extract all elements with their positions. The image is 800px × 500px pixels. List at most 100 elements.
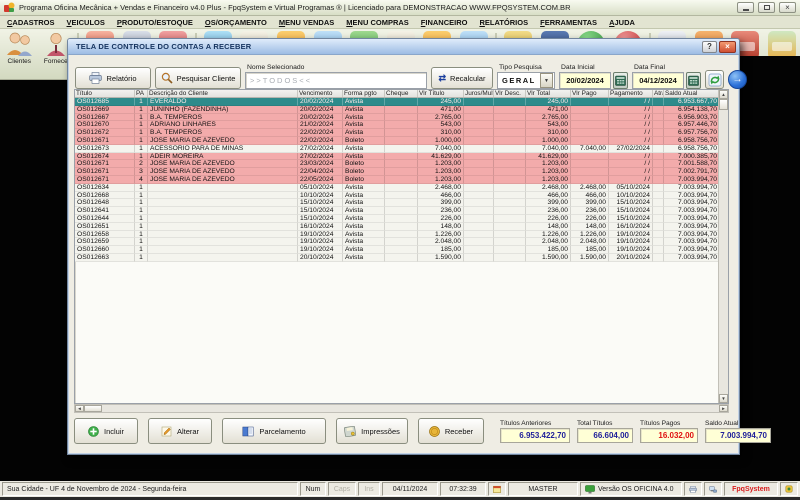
table-row[interactable]: OS012671 4 JOSE MARIA DE AZEVEDO 22/05/2024…	[75, 175, 718, 184]
window-titlebar[interactable]: TELA DE CONTROLE DO CONTAS A RECEBER ? ×	[68, 39, 739, 55]
close-button[interactable]: ×	[779, 2, 796, 13]
search-type-dropdown[interactable]: GERAL ▼	[497, 72, 555, 89]
menu-item-menu-vendas[interactable]: MENU VENDAS	[279, 18, 334, 27]
table-cell	[385, 207, 418, 215]
table-row[interactable]: OS012674 1 ADEIR MOREIRA 27/02/2024 Avista 41…	[75, 152, 718, 161]
table-cell: 7.003.994,70	[664, 176, 718, 184]
include-button[interactable]: Incluir	[74, 418, 138, 444]
table-cell: EVERALDO	[148, 98, 298, 106]
column-header: Vlr Título	[418, 90, 464, 97]
menu-item-relat-rios[interactable]: RELATÓRIOS	[479, 18, 528, 27]
table-cell	[464, 98, 494, 106]
table-cell: 2	[135, 160, 148, 169]
table-cell: 1.203,00	[418, 168, 464, 176]
installment-button[interactable]: Parcelamento	[222, 418, 326, 444]
horizontal-scrollbar[interactable]: ◄ ►	[74, 404, 729, 413]
table-row[interactable]: OS012651 1 16/10/2024 Avista 148,00 148,00 148…	[75, 222, 718, 231]
table-row[interactable]: OS012663 1 20/10/2024 Avista 1.590,00 1.590,0…	[75, 253, 718, 262]
table-cell: Avista	[343, 199, 385, 208]
table-row[interactable]: OS012670 1 ADRIANO LINHARES 21/02/2024 Avist…	[75, 121, 718, 130]
table-cell: 22/05/2024	[298, 175, 343, 184]
report-button[interactable]: Relatório	[75, 67, 151, 89]
table-cell	[464, 246, 494, 254]
scroll-track[interactable]	[102, 405, 719, 412]
table-cell: 1.226,00	[418, 230, 464, 239]
table-cell: 7.040,00	[526, 144, 571, 153]
search-client-button[interactable]: Pesquisar Cliente	[155, 67, 241, 89]
vertical-scrollbar[interactable]: ▲ ▼	[718, 90, 728, 403]
vertical-scroll-thumb[interactable]	[719, 99, 728, 110]
menu-item-menu-compras[interactable]: MENU COMPRAS	[346, 18, 409, 27]
table-cell: JOSE MARIA DE AZEVEDO	[148, 168, 298, 176]
help-button[interactable]: ?	[702, 40, 717, 53]
table-row[interactable]: OS012673 1 ACESSORIO PARA DE MINAS 27/02/20…	[75, 144, 718, 153]
refresh-button[interactable]	[705, 70, 724, 89]
table-row[interactable]: OS012644 1 15/10/2024 Avista 226,00 226,00 226…	[75, 214, 718, 223]
table-cell	[385, 121, 418, 130]
toolbar-button-21[interactable]	[766, 31, 799, 59]
table-row[interactable]: OS012660 1 19/10/2024 Avista 185,00 185,00 185…	[75, 246, 718, 254]
table-row[interactable]: OS012671 2 JOSE MARIA DE AZEVEDO 23/03/2024…	[75, 160, 718, 169]
start-date-input[interactable]: 20/02/2024	[559, 72, 611, 89]
receive-button[interactable]: Receber	[418, 418, 484, 444]
scroll-right-button[interactable]: ►	[719, 405, 728, 412]
column-header: Cheque	[385, 90, 418, 97]
menu-item-ferramentas[interactable]: FERRAMENTAS	[540, 18, 597, 27]
calendar-start-button[interactable]	[613, 72, 628, 89]
table-cell: 1	[135, 183, 148, 192]
selected-name-value: >>TODOS<<	[250, 76, 313, 85]
status-network-segment[interactable]	[704, 482, 722, 496]
table-row[interactable]: OS012668 1 10/10/2024 Avista 466,00 466,00 466…	[75, 191, 718, 200]
calendar-end-button[interactable]	[686, 72, 701, 89]
window-close-button[interactable]: ×	[719, 40, 736, 53]
table-cell	[494, 183, 526, 192]
menu-item-produto-estoque[interactable]: PRODUTO/ESTOQUE	[117, 18, 193, 27]
table-cell: 1.203,00	[418, 160, 464, 169]
table-cell	[385, 191, 418, 200]
horizontal-scroll-thumb[interactable]	[84, 405, 102, 412]
table-row[interactable]: OS012658 1 19/10/2024 Avista 1.226,00 1.226,0…	[75, 230, 718, 239]
table-cell: 185,00	[526, 246, 571, 254]
recalculate-button[interactable]: ⇄ Recalcular	[431, 67, 493, 89]
scroll-left-button[interactable]: ◄	[75, 405, 84, 412]
table-cell: JOSE MARIA DE AZEVEDO	[148, 136, 298, 145]
dropdown-arrow-icon[interactable]: ▼	[540, 73, 553, 88]
toolbar-button-clientes[interactable]: Clientes	[3, 31, 36, 65]
table-row[interactable]: OS012669 1 JUNINHO (FAZENDINHA) 20/02/2024 A…	[75, 105, 718, 114]
menu-item-os-or-amento[interactable]: OS/ORÇAMENTO	[205, 18, 267, 27]
selected-name-input[interactable]: >>TODOS<<	[245, 72, 427, 89]
table-cell	[464, 199, 494, 208]
table-cell: ADRIANO LINHARES	[148, 121, 298, 130]
table-row[interactable]: OS012671 1 JOSE MARIA DE AZEVEDO 22/02/2024…	[75, 136, 718, 145]
minimize-button[interactable]	[737, 2, 754, 13]
table-cell: 7.000.385,70	[664, 153, 718, 161]
table-row[interactable]: OS012671 3 JOSE MARIA DE AZEVEDO 22/04/2024…	[75, 168, 718, 176]
table-row[interactable]: OS012659 1 19/10/2024 Avista 2.048,00 2.048,0…	[75, 238, 718, 247]
table-cell: 20/02/2024	[298, 98, 343, 106]
table-cell: 2.048,00	[526, 238, 571, 247]
include-button-label: Incluir	[103, 426, 124, 436]
table-row[interactable]: OS012667 1 B.A. TEMPEROS 20/02/2024 Avista 2.…	[75, 113, 718, 122]
menu-item-veiculos[interactable]: VEICULOS	[67, 18, 105, 27]
table-row[interactable]: OS012634 1 05/10/2024 Avista 2.468,00 2.468,0…	[75, 183, 718, 192]
table-cell: 1	[135, 238, 148, 247]
table-cell	[653, 230, 664, 239]
table-row[interactable]: OS012672 1 B.A. TEMPEROS 22/02/2024 Avista 31…	[75, 129, 718, 137]
window-title: TELA DE CONTROLE DO CONTAS A RECEBER	[76, 42, 252, 51]
calendar-icon	[688, 75, 699, 86]
end-date-input[interactable]: 04/12/2024	[632, 72, 684, 89]
menu-item-cadastros[interactable]: CADASTROS	[7, 18, 55, 27]
table-row[interactable]: OS012685 1 EVERALDO 20/02/2024 Avista 245,00 2…	[75, 98, 718, 106]
menu-item-financeiro[interactable]: FINANCEIRO	[421, 18, 468, 27]
status-printer-segment[interactable]	[684, 482, 702, 496]
restore-button[interactable]	[758, 2, 775, 13]
scroll-down-button[interactable]: ▼	[719, 394, 728, 403]
print-button[interactable]: Impressões	[336, 418, 408, 444]
alter-button[interactable]: Alterar	[148, 418, 212, 444]
go-button[interactable]: →	[728, 70, 747, 89]
table-row[interactable]: OS012641 1 15/10/2024 Avista 236,00 236,00 236…	[75, 207, 718, 215]
scroll-up-button[interactable]: ▲	[719, 90, 728, 99]
table-row[interactable]: OS012648 1 15/10/2024 Avista 399,00 399,00 399…	[75, 199, 718, 208]
table-cell: 20/10/2024	[298, 253, 343, 262]
menu-item-ajuda[interactable]: AJUDA	[609, 18, 635, 27]
